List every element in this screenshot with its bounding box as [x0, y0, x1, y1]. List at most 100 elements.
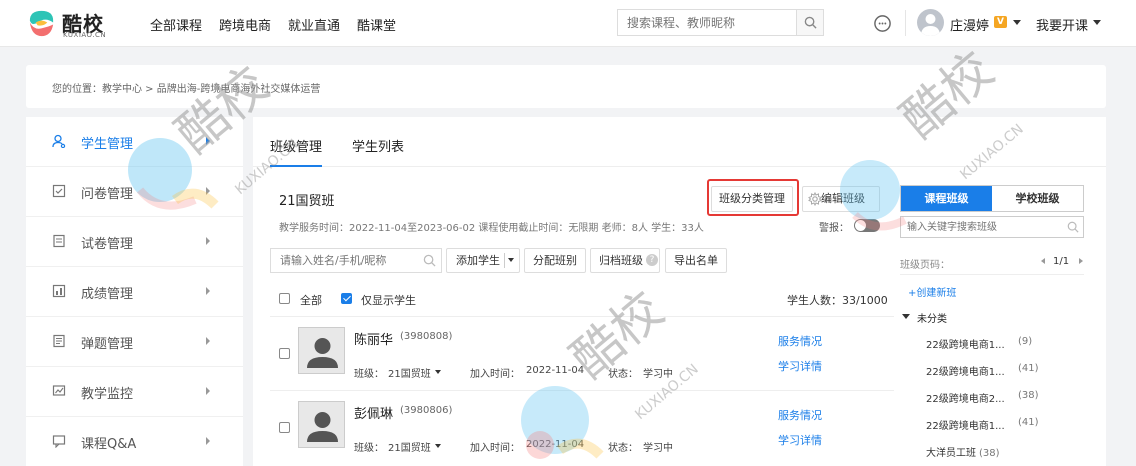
sidebar-item-course-qa[interactable]: 课程Q&A — [26, 417, 243, 466]
active-tab-indicator — [270, 165, 322, 167]
add-student-label: 添加学生 — [456, 254, 500, 267]
sidebar-item-label: 教学监控 — [81, 387, 134, 402]
service-status-link[interactable]: 服务情况 — [778, 333, 822, 349]
join-label: 加入时间： — [470, 443, 520, 454]
sidebar-item-quiz-management[interactable]: 弹题管理 — [26, 317, 243, 367]
learning-details-link[interactable]: 学习详情 — [778, 358, 822, 374]
start-teaching-menu[interactable]: 我要开课 — [1036, 15, 1088, 34]
class-item-label: 22级跨境电商1... — [926, 367, 1005, 378]
class-item-count: (38) — [979, 448, 1000, 459]
chevron-right-icon — [206, 137, 210, 145]
next-page-icon[interactable] — [1079, 258, 1083, 264]
assign-class-button[interactable]: 分配班别 — [524, 248, 586, 273]
tab-student-list[interactable]: 学生列表 — [352, 136, 404, 155]
search-input[interactable] — [618, 10, 798, 35]
service-status-link[interactable]: 服务情况 — [778, 407, 822, 423]
class-search-input[interactable] — [901, 217, 1061, 237]
divider — [905, 10, 906, 36]
learning-details-link[interactable]: 学习详情 — [778, 432, 822, 448]
student-icon — [52, 134, 66, 148]
class-list-item[interactable]: 22级跨境电商1... (41) — [926, 363, 1039, 378]
nav-employment[interactable]: 就业直通 — [288, 15, 340, 34]
search-button[interactable] — [796, 10, 823, 35]
top-bar: 酷校 KUXIAO.CN 全部课程 跨境电商 就业直通 酷课堂 庄漫婷 V 我要… — [0, 0, 1136, 47]
class-search-box — [900, 216, 1084, 238]
prev-page-icon[interactable] — [1041, 258, 1045, 264]
row-checkbox[interactable] — [279, 348, 290, 359]
nav-all-courses[interactable]: 全部课程 — [150, 15, 202, 34]
tab-bar: 班级管理 学生列表 — [253, 117, 1106, 167]
sidebar-item-student-management[interactable]: 学生管理 — [26, 117, 243, 167]
breadcrumb: 您的位置：教学中心 > 品牌出海-跨境电商海外社交媒体运营 — [52, 84, 321, 95]
tab-class-management[interactable]: 班级管理 — [270, 136, 322, 155]
chevron-down-icon[interactable] — [435, 370, 441, 374]
row-checkbox[interactable] — [279, 422, 290, 433]
join-date: 2022-11-04 — [526, 439, 585, 450]
avatar-icon — [307, 412, 338, 442]
chevron-down-icon[interactable] — [435, 444, 441, 448]
sidebar-item-label: 学生管理 — [81, 137, 134, 152]
only-students-checkbox[interactable] — [341, 293, 352, 304]
nav-classroom[interactable]: 酷课堂 — [357, 15, 396, 34]
sidebar-item-grade-management[interactable]: 成绩管理 — [26, 267, 243, 317]
help-icon[interactable]: ? — [646, 254, 658, 266]
sidebar-item-label: 课程Q&A — [81, 437, 137, 452]
class-list-item[interactable]: 大洋员工班 (38) — [926, 444, 1000, 459]
class-list-item[interactable]: 22级跨境电商1... (9) — [926, 336, 1032, 351]
user-menu-chevron-down-icon[interactable] — [1013, 20, 1021, 25]
status-value: 学习中 — [643, 443, 673, 454]
class-item-label: 22级跨境电商1... — [926, 340, 1005, 351]
select-all-checkbox[interactable] — [279, 293, 290, 304]
avatar-icon — [921, 14, 940, 36]
chevron-right-icon — [206, 287, 210, 295]
add-student-button[interactable]: 添加学生 — [446, 248, 520, 273]
only-students-label: 仅显示学生 — [361, 294, 416, 307]
edit-class-label: 编辑班级 — [821, 192, 865, 205]
class-list-item[interactable]: 22级跨境电商1... (41) — [926, 417, 1039, 432]
student-avatar[interactable] — [298, 401, 345, 448]
class-item-count: (41) — [1018, 363, 1039, 374]
sidebar-item-label: 弹题管理 — [81, 337, 134, 352]
student-class[interactable]: 21国贸班 — [388, 365, 431, 380]
export-list-button[interactable]: 导出名单 — [665, 248, 727, 273]
uncategorized-group[interactable]: 未分类 — [917, 310, 947, 325]
student-name[interactable]: 陈丽华 — [354, 329, 393, 348]
qa-icon — [52, 435, 66, 448]
student-name[interactable]: 彭佩琳 — [354, 403, 393, 422]
class-item-label: 22级跨境电商2... — [926, 394, 1005, 405]
class-item-count: (41) — [1018, 417, 1039, 428]
highlight-box — [707, 179, 799, 216]
student-avatar[interactable] — [298, 327, 345, 374]
student-class[interactable]: 21国贸班 — [388, 439, 431, 454]
join-date: 2022-11-04 — [526, 365, 585, 376]
survey-icon — [52, 184, 66, 198]
sidebar-item-teaching-monitor[interactable]: 教学监控 — [26, 367, 243, 417]
divider — [504, 253, 505, 268]
alarm-toggle[interactable] — [854, 219, 880, 232]
user-name[interactable]: 庄漫婷 — [950, 15, 989, 34]
search-icon[interactable] — [423, 254, 436, 267]
logo[interactable]: 酷校 KUXIAO.CN — [26, 5, 114, 41]
create-class-link[interactable]: +创建新班 — [908, 284, 956, 299]
chevron-down-icon[interactable] — [508, 258, 514, 262]
sidebar-item-survey-management[interactable]: 问卷管理 — [26, 167, 243, 217]
teach-menu-chevron-down-icon[interactable] — [1093, 20, 1101, 25]
archive-class-button[interactable]: 归档班级 ? — [590, 248, 660, 273]
chevron-right-icon — [206, 237, 210, 245]
tab-course-class[interactable]: 课程班级 — [901, 186, 992, 211]
user-avatar[interactable] — [917, 9, 944, 36]
main-panel: 班级管理 学生列表 21国贸班 教学服务时间：2022-11-04至2023-0… — [253, 117, 1106, 466]
edit-class-button[interactable]: 编辑班级 — [802, 186, 880, 212]
tab-school-class[interactable]: 学校班级 — [992, 186, 1083, 211]
student-row: 彭佩琳 (3980806) 班级： 21国贸班 加入时间： 2022-11-04… — [270, 390, 894, 462]
sidebar-item-label: 试卷管理 — [81, 237, 134, 252]
sidebar-item-exam-management[interactable]: 试卷管理 — [26, 217, 243, 267]
message-icon[interactable] — [873, 14, 892, 33]
nav-cross-border[interactable]: 跨境电商 — [219, 15, 271, 34]
class-label: 班级： — [354, 443, 384, 454]
class-list-item[interactable]: 22级跨境电商2... (38) — [926, 390, 1039, 405]
search-icon[interactable] — [1067, 221, 1079, 233]
student-search-input[interactable] — [271, 249, 421, 272]
archive-class-label: 归档班级 — [599, 254, 643, 267]
expand-caret-icon[interactable] — [902, 314, 910, 319]
